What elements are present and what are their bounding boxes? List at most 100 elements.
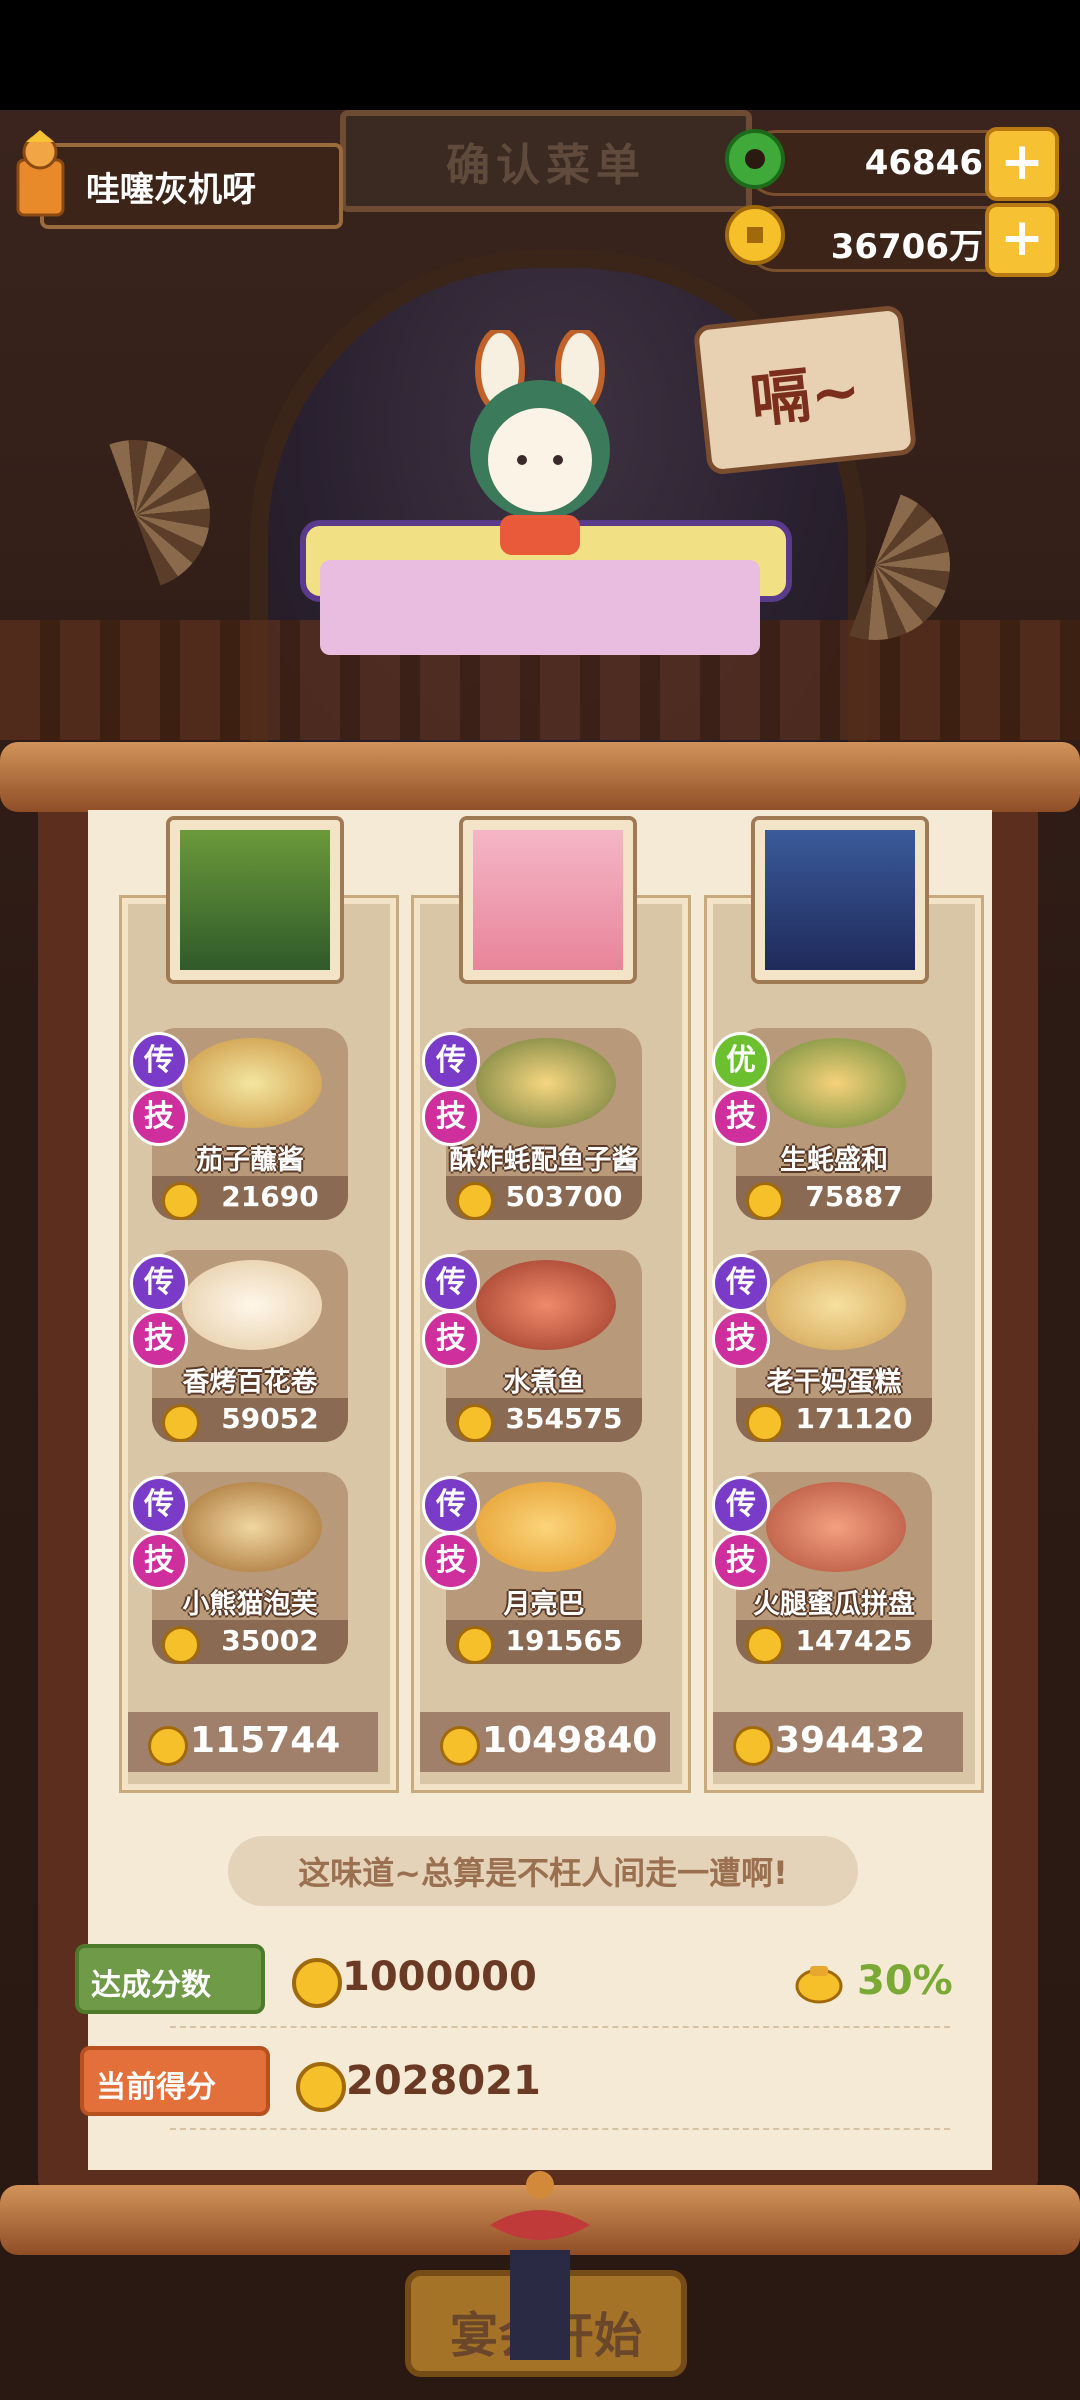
dish-image [766,1482,906,1572]
coin-amount: 36706万 [830,227,983,267]
legend-badge: 传 [422,1254,480,1312]
dish-name: 月亮巴 [503,1589,585,1620]
divider [170,2026,950,2028]
target-score-value: 1000000 [342,1954,537,2000]
coin-icon [456,1404,494,1442]
column-1-total: 115744 [128,1712,378,1772]
dish-name: 老干妈蛋糕 [766,1367,902,1398]
column-3-total: 394432 [713,1712,963,1772]
add-coin-button[interactable]: + [985,203,1059,277]
dish-score: 75887 [805,1180,903,1213]
chef-portrait-1[interactable] [170,820,340,980]
skill-badge: 技 [422,1310,480,1368]
dish-score-bar: 191565 [446,1620,642,1664]
dining-table-cloth [320,560,760,655]
dish-name: 酥炸蚝配鱼子酱 [449,1145,639,1176]
coin-icon [162,1626,200,1664]
confirm-menu-sign: 确认菜单 [340,110,752,212]
coin-icon [162,1182,200,1220]
column-total-value: 1049840 [482,1720,658,1761]
legend-badge: 传 [712,1254,770,1312]
skill-badge: 技 [422,1088,480,1146]
dish-image [476,1482,616,1572]
current-score-label: 当前得分 [96,2070,216,2105]
jade-icon [725,129,785,189]
status-bar [0,0,1080,110]
current-score-value: 2028021 [346,2058,541,2104]
chef-portrait-3[interactable] [755,820,925,980]
coin-icon [725,205,785,265]
dish-image [766,1038,906,1128]
dish-image [476,1038,616,1128]
dish-score: 503700 [505,1180,623,1213]
legend-badge: 传 [422,1032,480,1090]
legend-badge: 传 [130,1032,188,1090]
dish-name: 水煮鱼 [503,1367,585,1398]
dish-name: 小熊猫泡芙 [182,1589,318,1620]
dish-score: 171120 [795,1402,913,1435]
dish-score-bar: 75887 [736,1176,932,1220]
coin-currency-bar: 36706万 + [725,203,1059,277]
column-2-total: 1049840 [420,1712,670,1772]
coin-icon [162,1404,200,1442]
skill-badge: 技 [422,1532,480,1590]
dish-score-bar: 503700 [446,1176,642,1220]
legend-badge: 传 [422,1476,480,1534]
dish-image [182,1038,322,1128]
player-name-plate[interactable]: 哇噻灰机呀 [40,143,343,229]
jade-currency-bar: 46846 + [725,127,1059,201]
coin-icon [456,1182,494,1220]
legend-badge: 传 [130,1254,188,1312]
scroll-rod-top [0,742,1080,812]
dish-score: 191565 [505,1624,623,1657]
add-jade-button[interactable]: + [985,127,1059,201]
dish-image [766,1260,906,1350]
skill-badge: 技 [712,1532,770,1590]
coin-icon [440,1726,480,1766]
column-total-value: 115744 [190,1720,341,1761]
target-score-label: 达成分数 [91,1968,211,2003]
dish-score: 59052 [221,1402,319,1435]
skill-badge: 技 [130,1532,188,1590]
skill-badge: 技 [712,1088,770,1146]
coin-icon [733,1726,773,1766]
divider [170,2128,950,2130]
coin-icon [296,2062,346,2112]
chef-portrait-2[interactable] [463,820,633,980]
coin-icon [746,1626,784,1664]
player-name: 哇噻灰机呀 [86,169,256,210]
skill-badge: 技 [130,1088,188,1146]
tassel-knot-decoration [490,2171,590,2360]
skill-badge: 技 [130,1310,188,1368]
page-title: 确认菜单 [446,140,646,191]
dish-score: 35002 [221,1624,319,1657]
coin-icon [746,1404,784,1442]
dish-name: 茄子蘸酱 [196,1145,304,1176]
money-bag-icon [795,1966,843,2004]
legend-badge: 传 [130,1476,188,1534]
jade-amount: 46846 [864,143,983,183]
speech-text: 嗝~ [747,354,865,437]
dish-score-bar: 354575 [446,1398,642,1442]
dish-name: 火腿蜜瓜拼盘 [753,1589,915,1620]
dish-score-bar: 35002 [152,1620,348,1664]
dish-image [182,1482,322,1572]
coin-icon [292,1958,342,2008]
dish-score-bar: 147425 [736,1620,932,1664]
excellent-badge: 优 [712,1032,770,1090]
column-total-value: 394432 [775,1720,926,1761]
player-avatar-icon[interactable] [8,130,78,225]
coin-icon [148,1726,188,1766]
coin-icon [746,1182,784,1220]
chef-quote-bubble: 这味道~总算是不枉人间走一遭啊! [228,1836,858,1906]
quote-text: 这味道~总算是不枉人间走一遭啊! [298,1854,788,1892]
bonus-percent: 30% [857,1958,953,2004]
dish-image [476,1260,616,1350]
current-score-label-tag: 当前得分 [80,2046,270,2116]
dish-score-bar: 21690 [152,1176,348,1220]
dish-score: 147425 [795,1624,913,1657]
dish-score-bar: 171120 [736,1398,932,1442]
bunny-opera-character [470,330,610,555]
dish-score: 354575 [505,1402,623,1435]
speech-sign: 嗝~ [692,304,918,476]
